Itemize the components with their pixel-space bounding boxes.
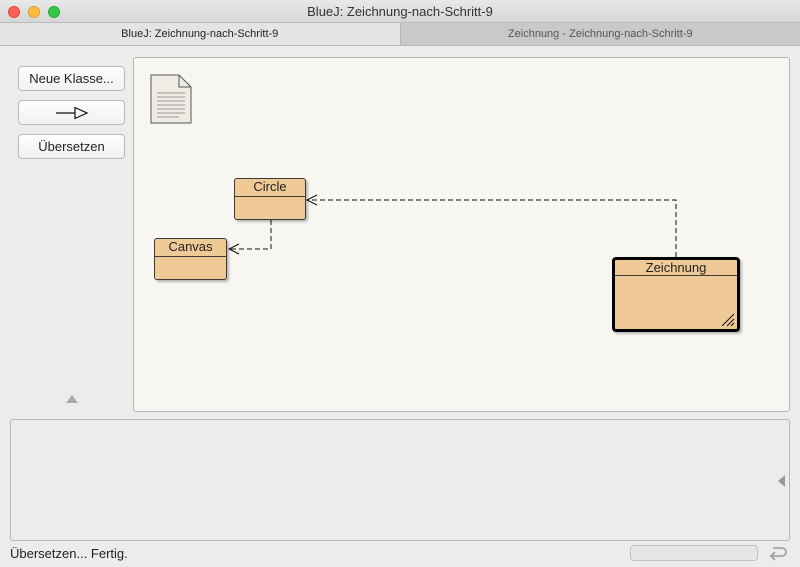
progress-bar — [630, 545, 758, 561]
tab-zeichnung-window[interactable]: Zeichnung - Zeichnung-nach-Schritt-9 — [400, 23, 800, 45]
tab-project[interactable]: BlueJ: Zeichnung-nach-Schritt-9 — [0, 23, 401, 45]
new-class-button[interactable]: Neue Klasse... — [18, 66, 125, 91]
status-text: Übersetzen... Fertig. — [10, 546, 128, 561]
dependency-circle-canvas — [229, 220, 272, 250]
return-arrow-icon[interactable] — [767, 544, 787, 562]
triangle-up-icon[interactable] — [66, 395, 78, 403]
dependency-zeichnung-circle — [307, 199, 677, 257]
resize-handle-icon[interactable] — [719, 311, 735, 327]
window-title: BlueJ: Zeichnung-nach-Schritt-9 — [307, 4, 493, 19]
triangle-left-icon[interactable] — [778, 475, 785, 487]
class-diagram-canvas[interactable]: Circle Canvas Zeichnung — [133, 57, 790, 412]
uses-arrow-icon — [55, 106, 88, 119]
class-circle[interactable]: Circle — [234, 178, 306, 220]
compile-button[interactable]: Übersetzen — [18, 134, 125, 159]
dependency-arrows — [227, 194, 677, 257]
tab-bar: BlueJ: Zeichnung-nach-Schritt-9 Zeichnun… — [0, 23, 800, 46]
class-canvas[interactable]: Canvas — [154, 238, 227, 280]
uses-arrow-button[interactable] — [18, 100, 125, 125]
class-name: Circle — [235, 179, 305, 197]
title-bar: BlueJ: Zeichnung-nach-Schritt-9 — [0, 0, 800, 23]
terminal-panel[interactable] — [10, 419, 790, 541]
class-name: Canvas — [155, 239, 226, 257]
class-zeichnung[interactable]: Zeichnung — [612, 257, 740, 332]
class-name: Zeichnung — [615, 260, 737, 276]
document-icon[interactable] — [149, 73, 193, 125]
